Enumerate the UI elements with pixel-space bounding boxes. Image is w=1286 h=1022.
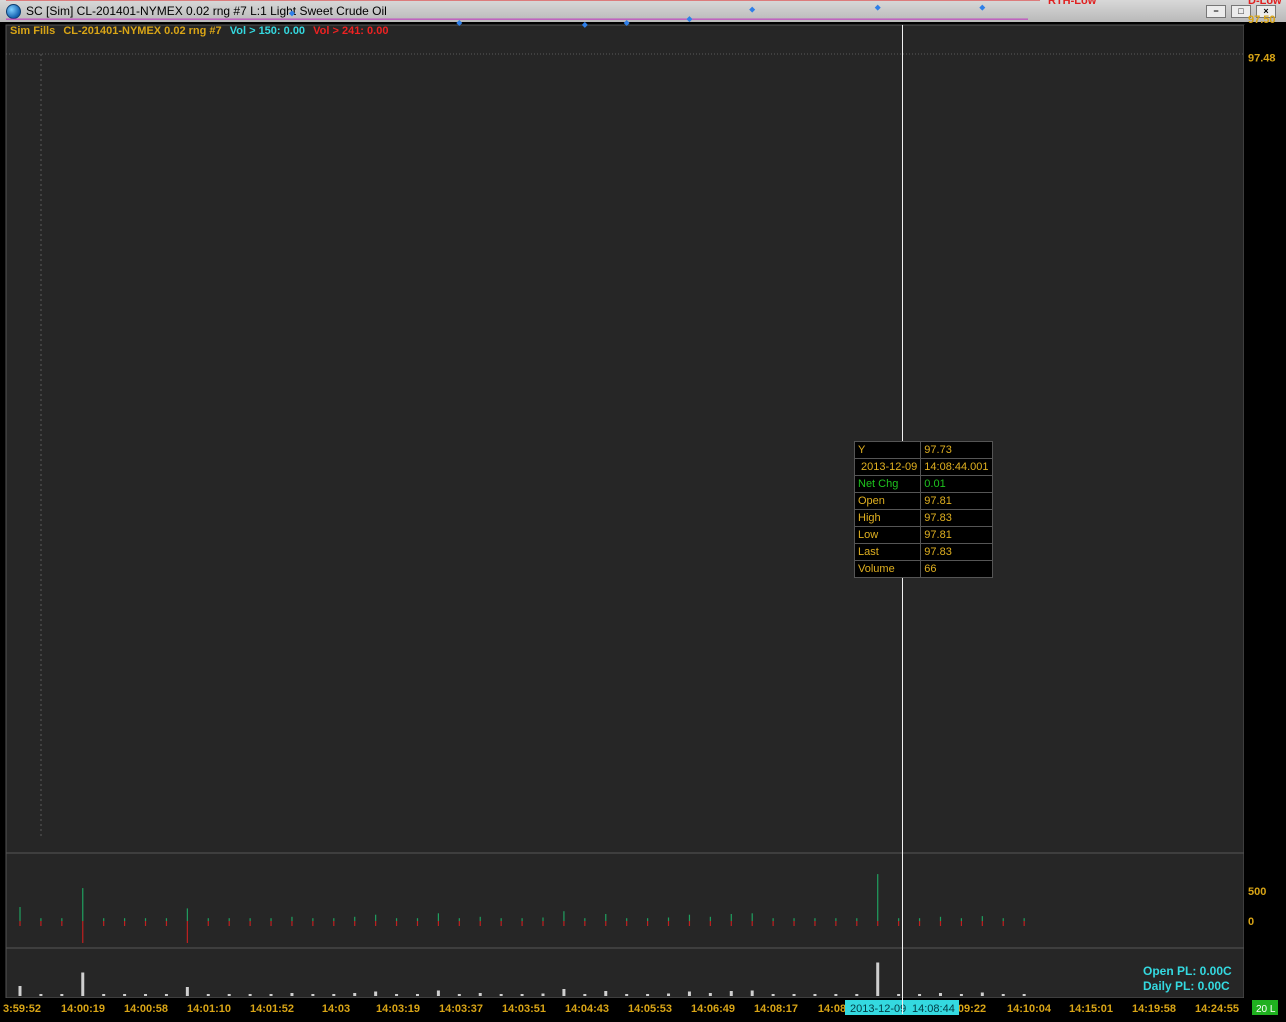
order-marker <box>749 6 756 13</box>
time-tick-label: 14:10:04 <box>1007 1003 1052 1015</box>
order-marker <box>874 4 881 11</box>
price-pane <box>5 24 1245 854</box>
data-window-value: 14:08:44.001 <box>920 458 993 476</box>
data-window-value: 97.83 <box>920 509 993 527</box>
time-tick-label: 14:00:19 <box>61 1003 105 1015</box>
time-tick-label: 14:08:17 <box>754 1003 798 1015</box>
axis-background <box>1244 25 1286 998</box>
time-tick-label: 14:06:49 <box>691 1003 735 1015</box>
time-tick-label: 14:15:01 <box>1069 1003 1113 1015</box>
data-window-key: Low <box>853 526 922 544</box>
data-window-value: 0.01 <box>920 475 993 493</box>
data-window-row: Open 97.81 <box>853 492 993 510</box>
time-tick-label: 14:03:19 <box>376 1003 420 1015</box>
volume-tick-label: 500 <box>1248 886 1266 898</box>
cursor-data-window: Y 97.73 2013-12-09 14:08:44.001 Net Chg 0.01 O… <box>853 441 993 578</box>
data-window-row: Last 97.83 <box>853 543 993 561</box>
time-axis: 3:59:52 14:00:19 14:00:58 14:01:10 14:01:52 1… <box>0 998 1286 1022</box>
chart-header: Sim Fills CL-201401-NYMEX 0.02 rng #7 Vo… <box>10 25 393 37</box>
data-window-row: Low 97.81 <box>853 526 993 544</box>
time-tick-label: 3:59:52 <box>3 1003 41 1015</box>
order-marker <box>686 16 693 23</box>
price-chart[interactable]: RTH-HighRTH-LowPD-CloseD-Low14:08 675794… <box>0 0 1286 1022</box>
data-window-row: Net Chg 0.01 <box>853 475 993 493</box>
data-window-key: Last <box>853 543 922 561</box>
time-tick-label: 14:08 <box>818 1003 846 1015</box>
daily-pl: Daily PL: 0.00C <box>1143 979 1230 993</box>
time-tick-label: 09:22 <box>958 1003 986 1015</box>
data-window-key: High <box>853 509 922 527</box>
data-window-key: Net Chg <box>853 475 922 493</box>
data-window-value: 97.81 <box>920 492 993 510</box>
vol-down-filter: Vol > 241: 0.00 <box>313 25 389 37</box>
level-lines: RTH-HighRTH-LowPD-CloseD-Low14:08 <box>6 0 1282 20</box>
data-window-value: 97.73 <box>920 441 993 459</box>
data-window-value: 97.83 <box>920 543 993 561</box>
volume-tick-label: 0 <box>1248 916 1254 928</box>
time-tick-label: 14:03 <box>322 1003 350 1015</box>
order-markers <box>288 4 986 28</box>
cursor-clock-label: 14:08:44 <box>912 1003 955 1015</box>
time-tick-label: 14:19:58 <box>1132 1003 1176 1015</box>
cursor-date-label: 2013-12-09 <box>850 1003 906 1015</box>
time-tick-label: 14:04:43 <box>565 1003 609 1015</box>
data-window-key: Y <box>853 441 922 459</box>
order-marker <box>288 10 295 17</box>
data-window-row: Y 97.73 <box>853 441 993 459</box>
vol-up-filter: Vol > 150: 0.00 <box>229 25 306 37</box>
data-window-key: Open <box>853 492 922 510</box>
open-pl: Open PL: 0.00C <box>1143 964 1232 978</box>
order-marker <box>979 4 986 11</box>
pl-summary: Open PL: 0.00C Daily PL: 0.00C <box>1143 964 1232 994</box>
delta-pane <box>5 852 1245 949</box>
time-tick-label: 14:01:10 <box>187 1003 231 1015</box>
grid-layer <box>5 24 1286 999</box>
price-tick-label: 97.50 <box>1248 14 1276 26</box>
rth-low-label: RTH-Low <box>1048 0 1097 7</box>
study-name: Sim Fills <box>10 25 56 37</box>
data-window-key: Volume <box>853 560 922 578</box>
data-window-row: High 97.83 <box>853 509 993 527</box>
time-tick-label: 14:24:55 <box>1195 1003 1239 1015</box>
data-window-value: 97.81 <box>920 526 993 544</box>
time-tick-label: 14:03:37 <box>439 1003 483 1015</box>
time-tick-label: 14:05:53 <box>628 1003 672 1015</box>
data-window-row: 2013-12-09 14:08:44.001 <box>853 458 993 476</box>
time-tick-label: 14:00:58 <box>124 1003 168 1015</box>
time-tick-label: 14:03:51 <box>502 1003 546 1015</box>
symbol-info: CL-201401-NYMEX 0.02 rng #7 <box>63 25 222 37</box>
d-low-label: D-Low <box>1248 0 1282 7</box>
data-window-row: Volume 66 <box>853 560 993 578</box>
corner-badge-label: 20 L <box>1256 1004 1276 1015</box>
time-tick-label: 14:01:52 <box>250 1003 294 1015</box>
price-tick-label: 97.48 <box>1248 52 1276 64</box>
data-window-key: 2013-12-09 <box>853 458 922 476</box>
volume-histogram-pane <box>5 947 1245 999</box>
data-window-value: 66 <box>920 560 993 578</box>
